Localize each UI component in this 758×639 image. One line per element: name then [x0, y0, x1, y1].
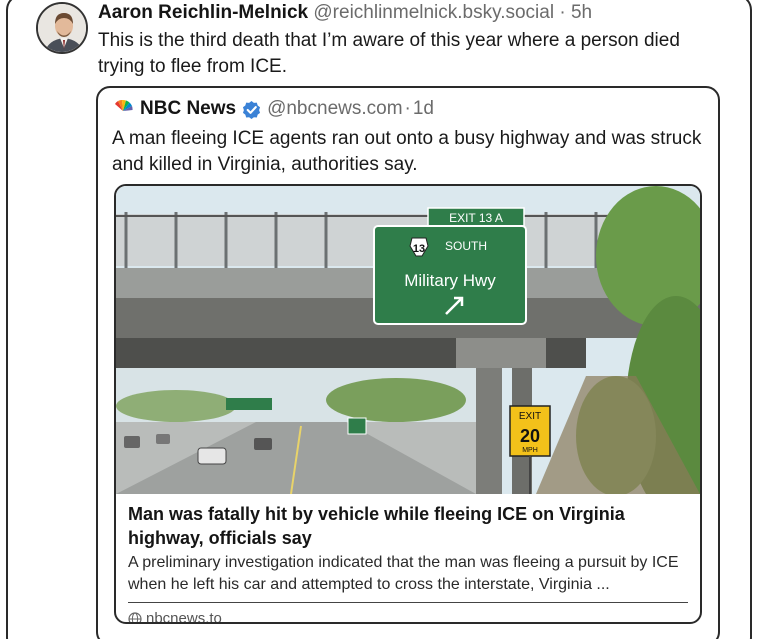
verified-badge-icon	[242, 100, 261, 119]
destination-text: Military Hwy	[404, 271, 496, 290]
link-title[interactable]: Man was fatally hit by vehicle while fle…	[128, 502, 688, 550]
author-name[interactable]: Aaron Reichlin-Melnick	[98, 2, 308, 23]
quoted-post-card[interactable]: NBC News @nbcnews.com · 1d A man fleeing…	[96, 86, 720, 639]
author-handle[interactable]: @reichlinmelnick.bsky.social	[313, 2, 554, 23]
quote-author-name[interactable]: NBC News	[140, 98, 236, 120]
link-domain[interactable]: nbcnews.to	[128, 610, 222, 624]
link-divider	[128, 602, 688, 603]
highway-overpass-illustration: EXIT 13 A 13 SOUTH Military Hwy EXIT 20 …	[116, 186, 700, 516]
author-avatar[interactable]	[36, 2, 88, 54]
speed-sign-value: 20	[520, 426, 540, 446]
quote-timestamp[interactable]: 1d	[413, 98, 434, 120]
quote-header-separator: ·	[404, 98, 411, 119]
exit-tab-text: EXIT 13 A	[449, 211, 503, 225]
speed-sign-unit: MPH	[522, 447, 538, 454]
link-description: A preliminary investigation indicated th…	[128, 554, 679, 593]
post-timestamp[interactable]: 5h	[571, 2, 592, 23]
nbc-peacock-icon	[112, 98, 134, 120]
link-preview-image[interactable]: EXIT 13 A 13 SOUTH Military Hwy EXIT 20 …	[116, 186, 700, 516]
post-text: This is the third death that I’m aware o…	[98, 30, 680, 77]
post-header: Aaron Reichlin-Melnick @reichlinmelnick.…	[98, 2, 592, 24]
globe-icon	[128, 611, 142, 622]
route-shield-number: 13	[413, 243, 425, 255]
quote-author-handle[interactable]: @nbcnews.com	[267, 98, 402, 120]
speed-sign-top: EXIT	[519, 411, 541, 422]
header-separator: ·	[559, 2, 566, 23]
route-direction-text: SOUTH	[445, 239, 487, 253]
quote-text: A man fleeing ICE agents ran out onto a …	[112, 128, 702, 175]
link-domain-text: nbcnews.to	[146, 610, 222, 624]
quote-header: NBC News @nbcnews.com · 1d	[112, 98, 434, 120]
link-preview-card[interactable]: EXIT 13 A 13 SOUTH Military Hwy EXIT 20 …	[114, 184, 702, 624]
